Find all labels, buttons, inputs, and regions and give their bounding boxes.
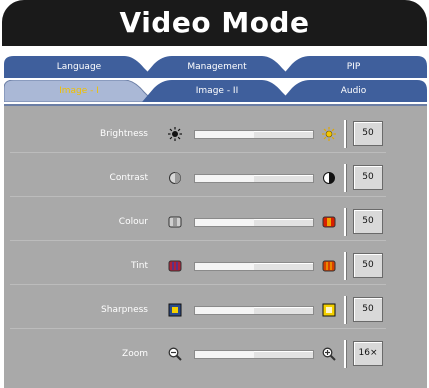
setting-row-brightness: Brightness 50	[4, 114, 427, 154]
sun-bright-icon	[322, 127, 336, 141]
divider	[344, 296, 347, 324]
divider	[344, 252, 347, 280]
tab-row-bottom: Image - I Image - II Audio	[4, 80, 427, 102]
setting-label: Colour	[118, 217, 148, 227]
settings-panel: Brightness 50 Contrast 50 Colour 50 Tint…	[4, 104, 427, 388]
tint-slider[interactable]	[194, 262, 314, 271]
setting-label: Tint	[131, 261, 148, 271]
setting-label: Sharpness	[101, 305, 148, 315]
setting-row-zoom: Zoom 16×	[4, 334, 427, 374]
tab-row-top: Language Management PIP	[4, 56, 427, 78]
setting-label: Brightness	[100, 129, 148, 139]
tint-value: 50	[353, 253, 383, 278]
setting-label: Zoom	[122, 349, 148, 359]
zoom-value: 16×	[353, 341, 383, 366]
sharpness-value: 50	[353, 297, 383, 322]
tab-audio[interactable]: Audio	[280, 80, 427, 102]
contrast-value: 50	[353, 165, 383, 190]
tab-language[interactable]: Language	[4, 56, 154, 78]
brightness-slider[interactable]	[194, 130, 314, 139]
tab-pip[interactable]: PIP	[280, 56, 427, 78]
zoom-in-icon	[322, 347, 336, 361]
tint-low-icon	[168, 260, 182, 272]
divider	[344, 340, 347, 368]
setting-row-tint: Tint 50	[4, 246, 427, 286]
tab-image-2[interactable]: Image - II	[142, 80, 292, 102]
osd-menu: Language Management PIP Image - I Image …	[4, 56, 427, 388]
zoom-slider[interactable]	[194, 350, 314, 359]
page-title: Video Mode	[119, 6, 310, 39]
row-separator	[10, 196, 386, 197]
row-separator	[10, 152, 386, 153]
colour-slider[interactable]	[194, 218, 314, 227]
sharpness-high-icon	[322, 303, 336, 317]
tab-image-1[interactable]: Image - I	[4, 80, 154, 102]
tint-high-icon	[322, 260, 336, 272]
divider	[344, 120, 347, 148]
sun-dim-icon	[168, 127, 182, 141]
setting-row-colour: Colour 50	[4, 202, 427, 242]
zoom-out-icon	[168, 347, 182, 361]
divider	[344, 208, 347, 236]
title-bar: Video Mode	[2, 0, 427, 46]
sharpness-low-icon	[168, 303, 182, 317]
circle-high-contrast-icon	[323, 172, 335, 184]
circle-low-contrast-icon	[169, 172, 181, 184]
sharpness-slider[interactable]	[194, 306, 314, 315]
setting-label: Contrast	[109, 173, 148, 183]
setting-row-contrast: Contrast 50	[4, 158, 427, 198]
colour-value: 50	[353, 209, 383, 234]
colour-high-icon	[322, 216, 336, 228]
tab-management[interactable]: Management	[142, 56, 292, 78]
contrast-slider[interactable]	[194, 174, 314, 183]
row-separator	[10, 328, 386, 329]
setting-row-sharpness: Sharpness 50	[4, 290, 427, 330]
row-separator	[10, 240, 386, 241]
divider	[344, 164, 347, 192]
row-separator	[10, 284, 386, 285]
brightness-value: 50	[353, 121, 383, 146]
colour-low-icon	[168, 216, 182, 228]
